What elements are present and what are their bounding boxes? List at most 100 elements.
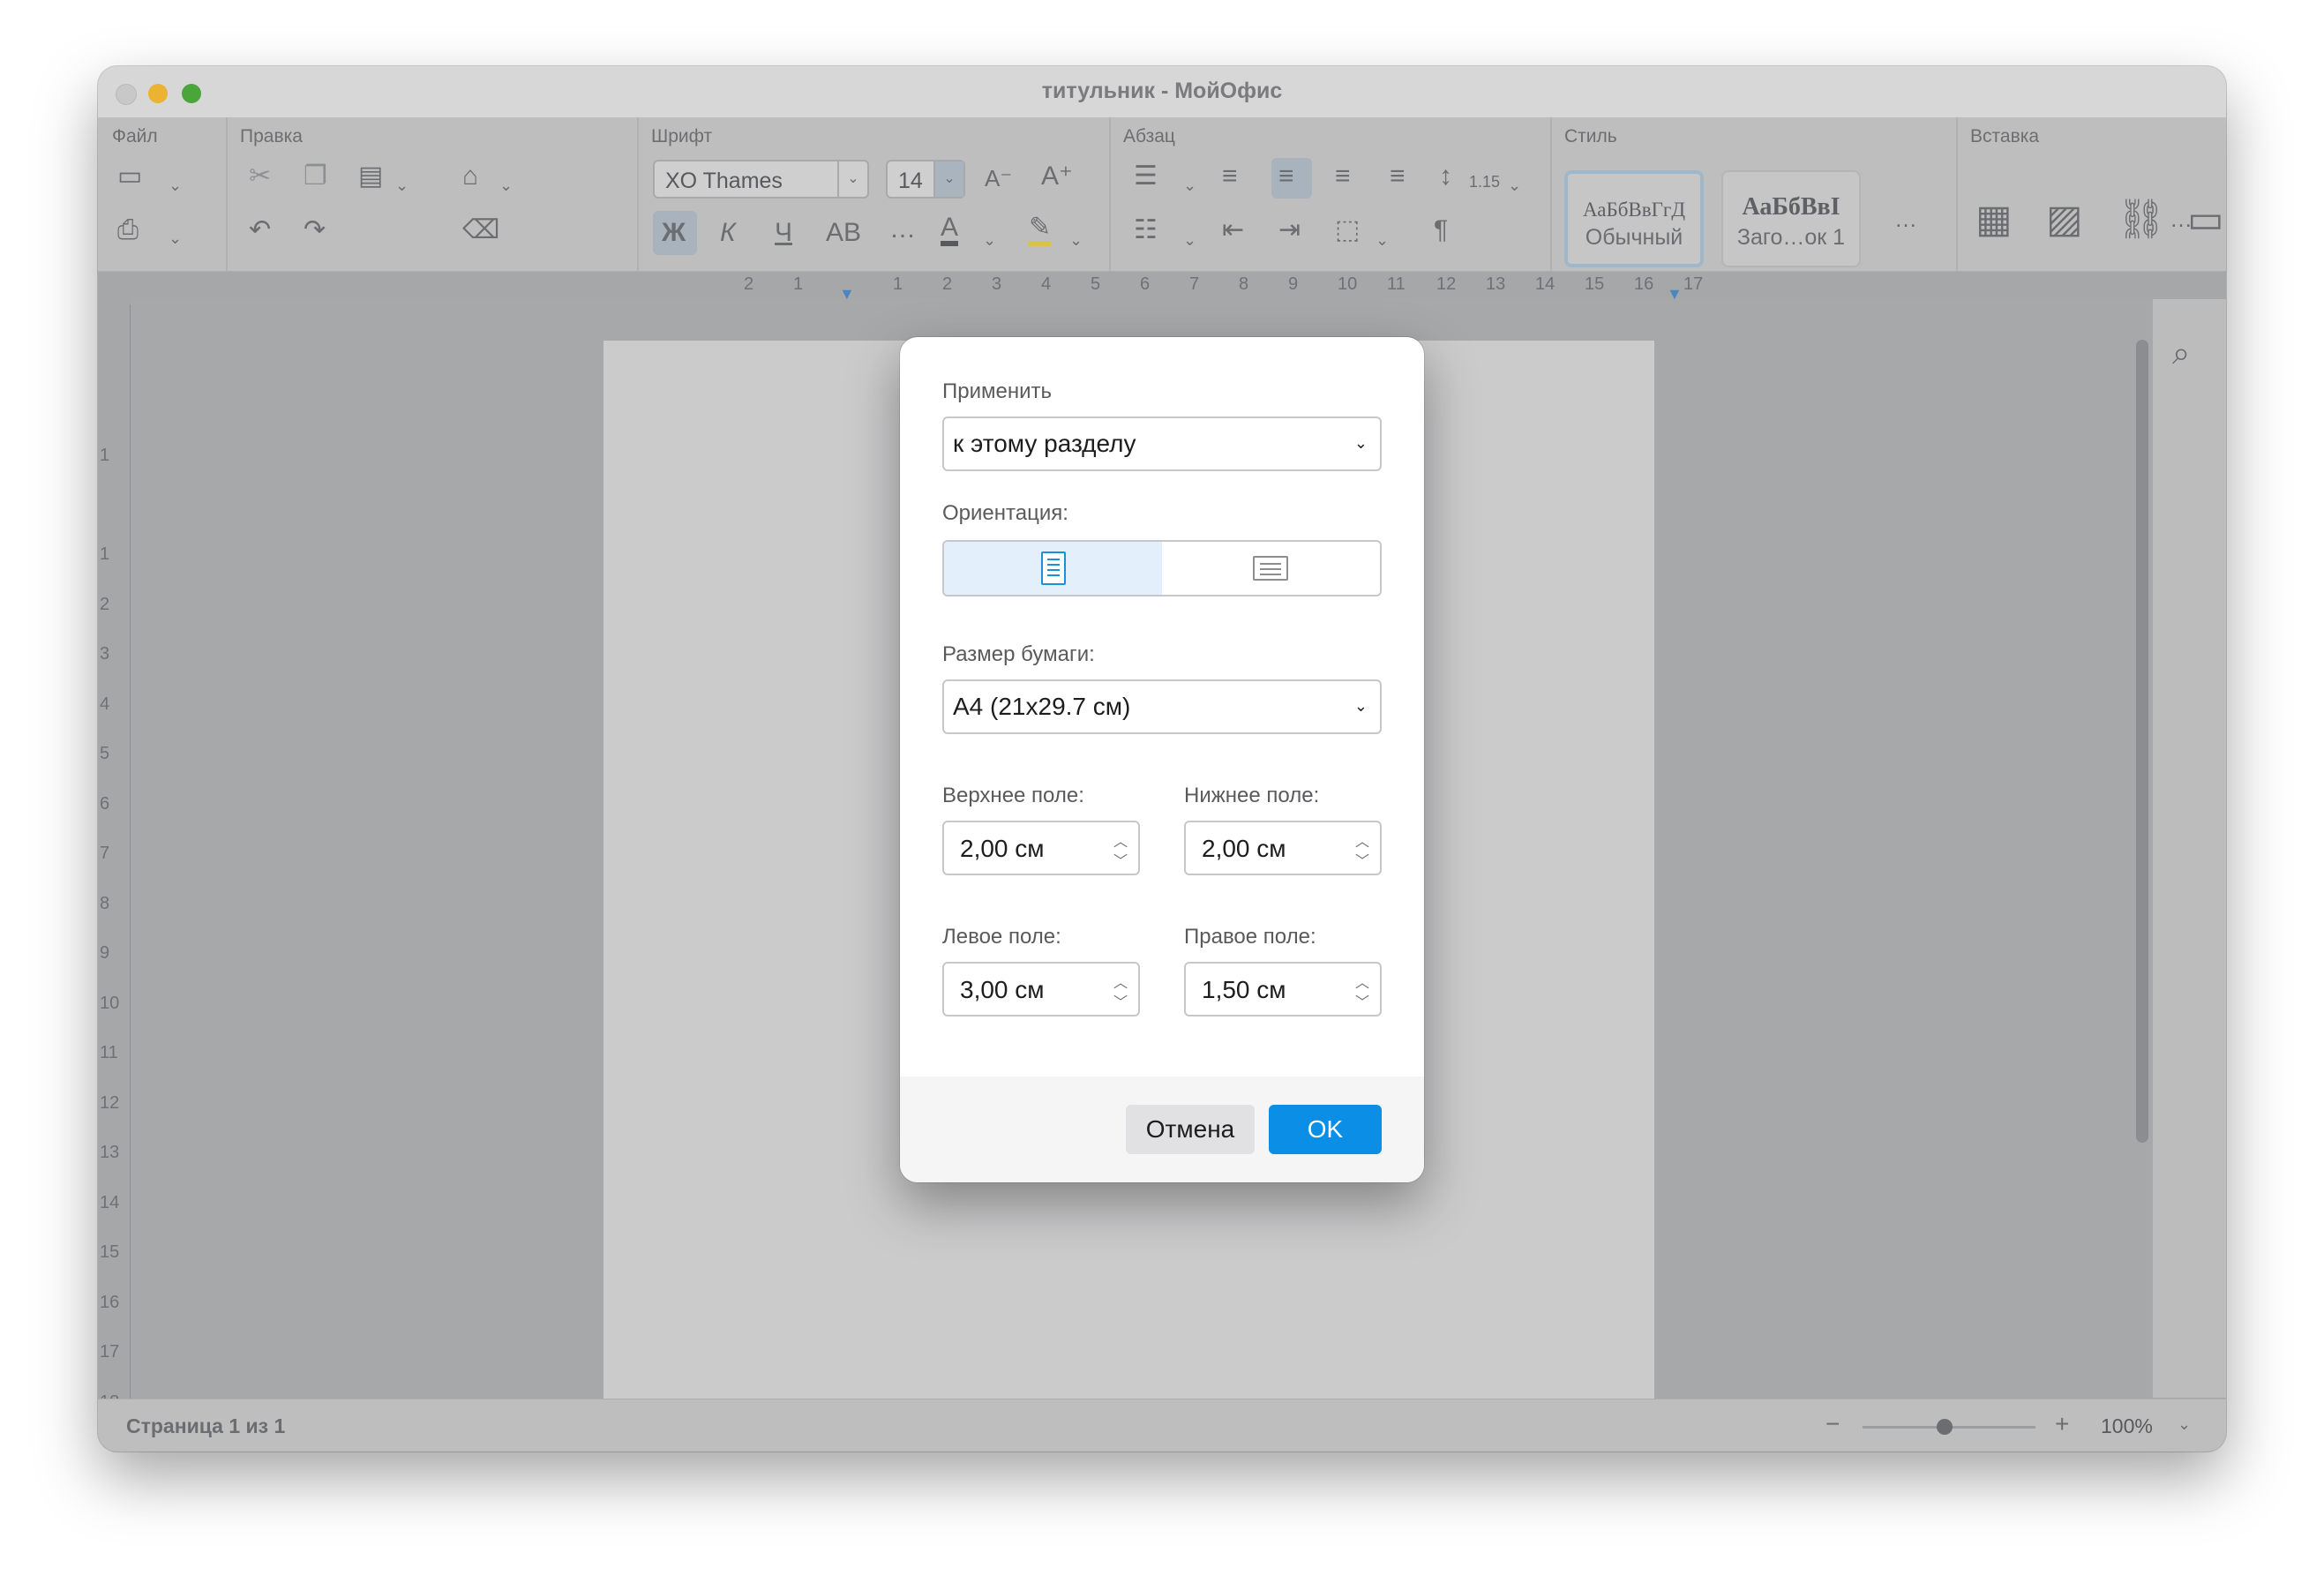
ruler-v-tick-label: 13: [100, 1143, 120, 1162]
line-spacing-chevron-icon[interactable]: ⌄: [1508, 172, 1521, 199]
stepper-up-icon[interactable]: ︿: [1355, 971, 1369, 992]
stepper-up-icon[interactable]: ︿: [1113, 829, 1128, 851]
print-dropdown-chevron-icon[interactable]: ⌄: [169, 225, 182, 251]
ruler-h-tick-label: 6: [1140, 274, 1151, 294]
ruler-v-tick-label: 12: [100, 1093, 120, 1113]
zoom-slider-handle[interactable]: [1937, 1419, 1953, 1435]
underline-button[interactable]: Ч: [775, 220, 792, 246]
paragraph-spacing-chevron-icon[interactable]: ⌄: [1376, 227, 1389, 253]
right-indent-marker-icon[interactable]: ▼: [1667, 285, 1683, 304]
eraser-icon[interactable]: ⌫: [462, 217, 499, 244]
chevron-down-icon: ⌄: [1353, 434, 1368, 452]
group-insert: Вставка ▦ ▨ ⛓ ▭: [1956, 117, 2226, 271]
stepper-down-icon[interactable]: ﹀: [1113, 990, 1128, 1011]
left-margin-stepper[interactable]: 3,00 см ︿ ﹀: [942, 962, 1140, 1017]
zoom-level[interactable]: 100%: [2101, 1414, 2153, 1438]
zoom-in-icon[interactable]: +: [2055, 1410, 2069, 1438]
cancel-button[interactable]: Отмена: [1126, 1105, 1255, 1154]
more-styles-icon[interactable]: …: [1894, 206, 1917, 232]
font-size-select[interactable]: 14 ⌄: [886, 160, 965, 199]
vertical-scrollbar[interactable]: [2136, 340, 2148, 1143]
align-left-icon[interactable]: ≡: [1222, 163, 1238, 190]
cut-icon[interactable]: ✂: [249, 163, 271, 190]
more-font-options-icon[interactable]: …: [889, 216, 916, 243]
italic-button[interactable]: К: [720, 220, 736, 246]
font-name-select[interactable]: XO Thames ⌄: [653, 160, 869, 199]
insert-comment-icon[interactable]: ▭: [2187, 200, 2224, 239]
decrease-indent-icon[interactable]: ⇤: [1222, 217, 1244, 244]
undo-icon[interactable]: ↶: [249, 217, 271, 244]
right-margin-value: 1,50 см: [1202, 976, 1286, 1003]
save-dropdown-chevron-icon[interactable]: ⌄: [169, 172, 182, 199]
stepper-up-icon[interactable]: ︿: [1355, 829, 1369, 851]
ruler-h-tick-label: 14: [1535, 274, 1556, 294]
zoom-chevron-down-icon[interactable]: ⌄: [2178, 1415, 2191, 1434]
insert-table-icon[interactable]: ▦: [1975, 200, 2013, 239]
orientation-landscape-button[interactable]: [1162, 542, 1380, 595]
numbered-list-chevron-icon[interactable]: ⌄: [1183, 227, 1196, 253]
insert-image-icon[interactable]: ▨: [2046, 200, 2083, 239]
style-heading-1[interactable]: АаБбВвI Заго…ок 1: [1721, 170, 1861, 267]
search-icon[interactable]: ⌕: [2172, 334, 2190, 372]
stepper-down-icon[interactable]: ﹀: [1355, 849, 1369, 870]
group-font: Шрифт XO Thames ⌄ 14 ⌄ A⁻ A⁺ Ж К Ч АВ … …: [637, 117, 1111, 271]
paragraph-spacing-icon[interactable]: ⬚: [1335, 217, 1360, 244]
right-margin-stepper[interactable]: 1,50 см ︿ ﹀: [1184, 962, 1382, 1017]
font-size-chevron-icon: ⌄: [933, 161, 963, 197]
left-indent-marker-icon[interactable]: ▼: [839, 285, 855, 304]
ruler-v-tick-label: 11: [100, 1043, 118, 1062]
bullet-list-icon[interactable]: ☰: [1134, 163, 1158, 190]
justify-icon[interactable]: ≡: [1390, 163, 1406, 190]
ruler-v-tick-label: 1: [100, 446, 110, 465]
apply-to-value: к этому разделу: [953, 430, 1136, 457]
group-style: Стиль АаБбВвГгД Обычный АаБбВвI Заго…ок …: [1550, 117, 1958, 271]
insert-link-icon[interactable]: ⛓: [2117, 200, 2166, 239]
bullet-list-chevron-icon[interactable]: ⌄: [1183, 172, 1196, 199]
format-painter-icon[interactable]: ⌂: [462, 163, 478, 190]
highlight-icon[interactable]: ✎: [1029, 214, 1052, 246]
stepper-down-icon[interactable]: ﹀: [1355, 990, 1369, 1011]
highlight-chevron-icon[interactable]: ⌄: [1069, 227, 1083, 253]
top-margin-stepper[interactable]: 2,00 см ︿ ﹀: [942, 821, 1140, 875]
stepper-down-icon[interactable]: ﹀: [1113, 849, 1128, 870]
apply-to-select[interactable]: к этому разделу ⌄: [942, 416, 1382, 471]
ruler-v-tick-label: 7: [100, 844, 110, 863]
ruler-h-tick-label: 2: [942, 274, 953, 294]
ruler-h-tick-label: 1: [793, 274, 804, 294]
decrease-font-size-icon[interactable]: A⁻: [985, 165, 1012, 191]
save-icon[interactable]: ▭: [117, 163, 142, 190]
group-label-insert: Вставка: [1970, 126, 2040, 146]
bottom-margin-stepper[interactable]: 2,00 см ︿ ﹀: [1184, 821, 1382, 875]
style-normal[interactable]: АаБбВвГгД Обычный: [1564, 170, 1704, 267]
horizontal-ruler[interactable]: 2 1 1 2 3 4 5 6 7 8 9 10 11 12 13 14 15 …: [627, 273, 1739, 303]
font-color-icon[interactable]: A: [941, 214, 959, 246]
show-formatting-icon[interactable]: ¶: [1434, 217, 1448, 244]
align-right-icon[interactable]: ≡: [1335, 163, 1351, 190]
paste-dropdown-chevron-icon[interactable]: ⌄: [395, 172, 409, 199]
line-spacing-icon[interactable]: ↕: [1439, 163, 1452, 190]
caps-button[interactable]: АВ: [826, 220, 861, 246]
align-center-icon[interactable]: ≡: [1278, 163, 1294, 190]
zoom-out-icon[interactable]: −: [1825, 1410, 1840, 1438]
paper-size-select[interactable]: А4 (21x29.7 см) ⌄: [942, 679, 1382, 734]
window-title: титульник - МойОфис: [1041, 79, 1283, 103]
format-painter-chevron-icon[interactable]: ⌄: [499, 172, 513, 199]
increase-indent-icon[interactable]: ⇥: [1278, 217, 1301, 244]
vertical-ruler[interactable]: 1 1 2 3 4 5 6 7 8 9 10 11 12 13 14 15 16…: [98, 297, 131, 1452]
increase-font-size-icon[interactable]: A⁺: [1041, 163, 1073, 190]
stepper-up-icon[interactable]: ︿: [1113, 971, 1128, 992]
font-color-chevron-icon[interactable]: ⌄: [983, 227, 996, 253]
print-icon[interactable]: ⎙: [117, 217, 139, 244]
bold-button[interactable]: Ж: [662, 220, 686, 246]
numbered-list-icon[interactable]: ☷: [1134, 217, 1158, 244]
paste-icon[interactable]: ▤: [358, 163, 383, 190]
ruler-h-tick-label: 1: [893, 274, 903, 294]
chevron-down-icon: ⌄: [1353, 697, 1368, 715]
orientation-portrait-button[interactable]: [944, 542, 1162, 595]
ruler-h-tick-label: 13: [1486, 274, 1506, 294]
redo-icon[interactable]: ↷: [304, 217, 326, 244]
copy-icon[interactable]: ❐: [304, 163, 327, 190]
ok-button[interactable]: OK: [1269, 1105, 1382, 1154]
more-insert-icon[interactable]: …: [2170, 206, 2193, 232]
line-spacing-value: 1.15: [1469, 173, 1501, 191]
